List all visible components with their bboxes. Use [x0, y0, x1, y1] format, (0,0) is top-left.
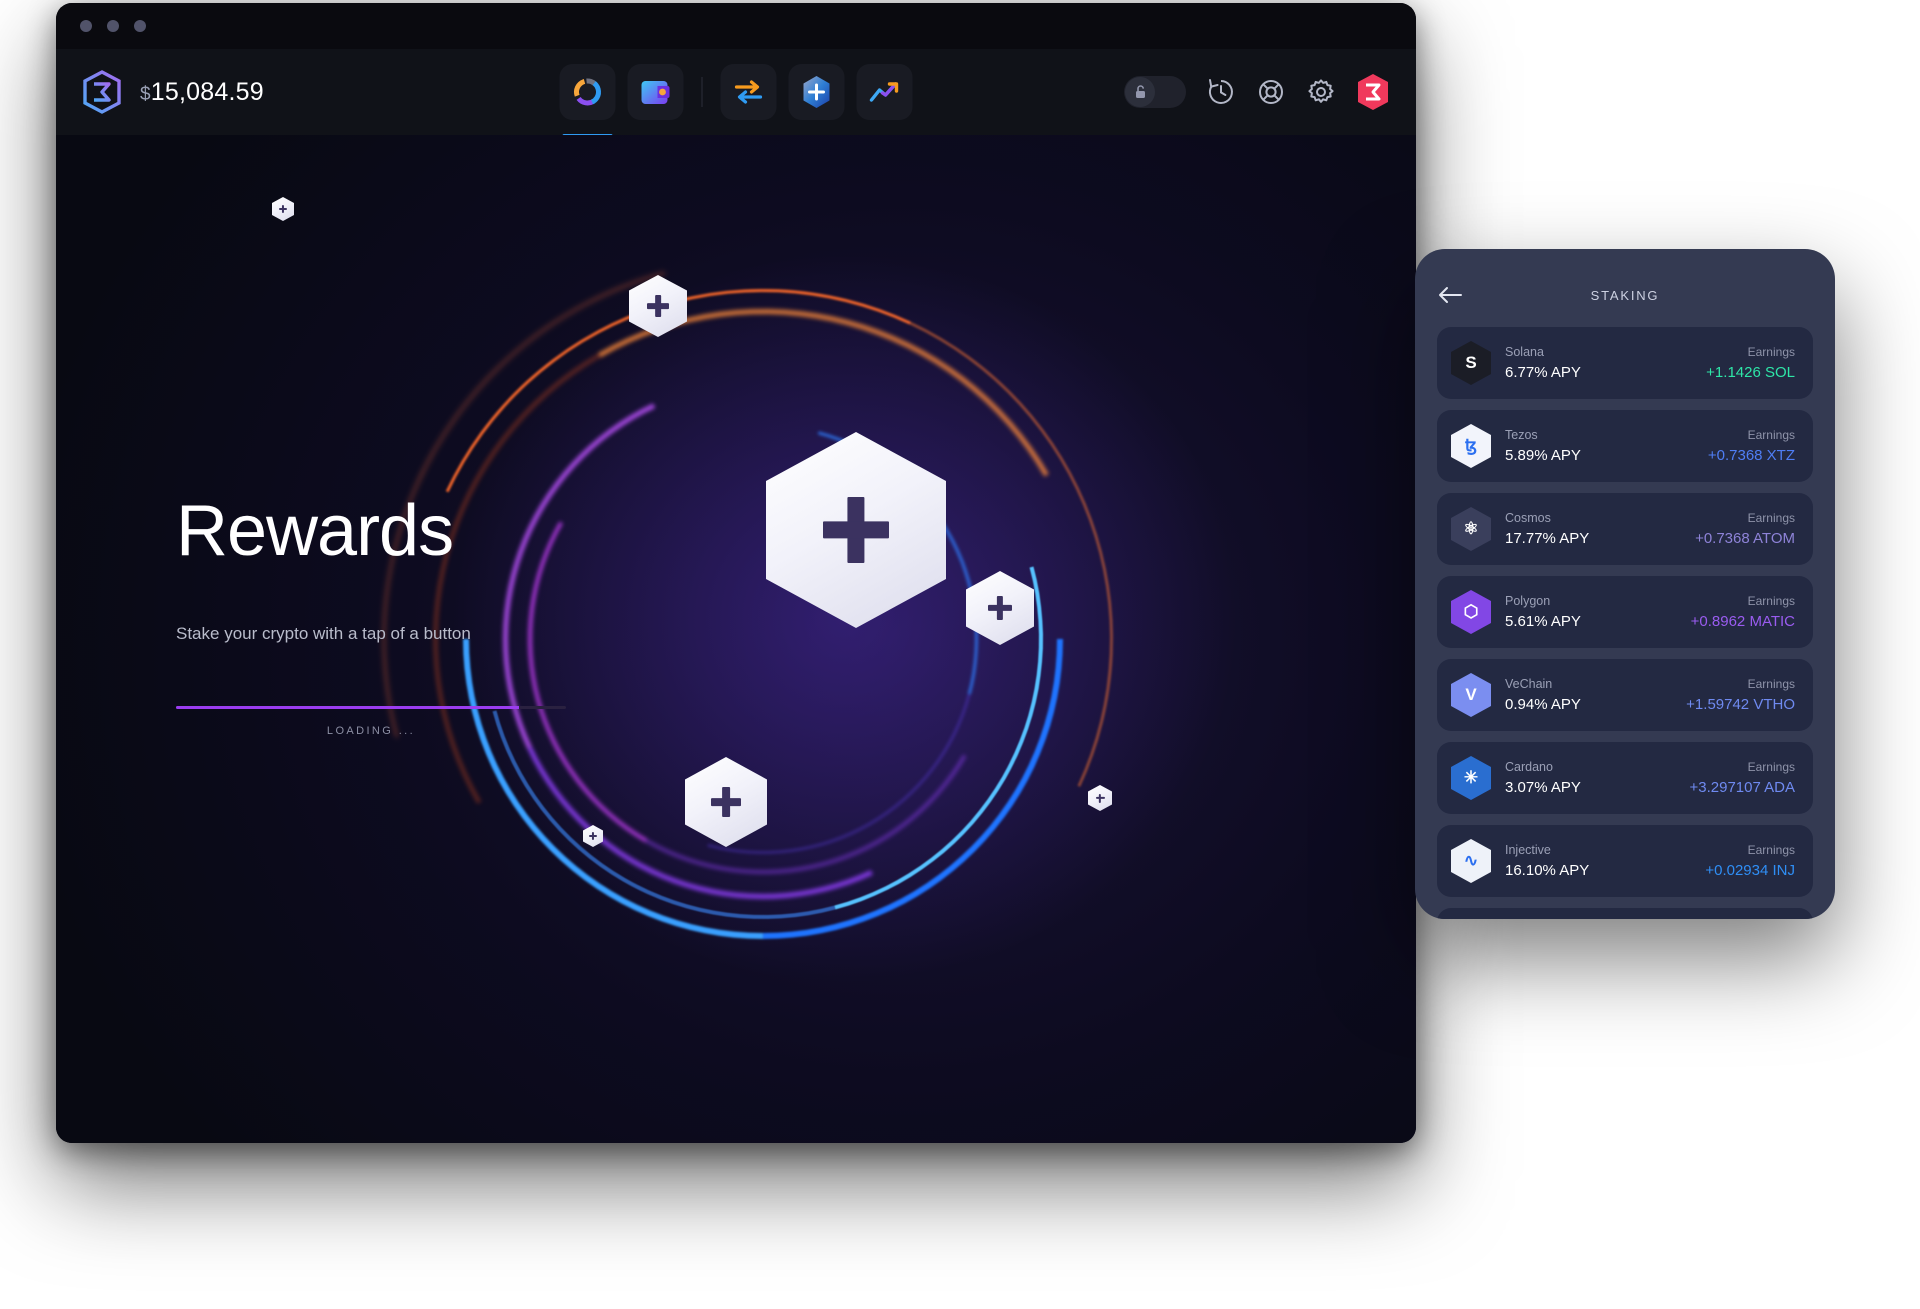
coin-name: VeChain: [1505, 677, 1581, 691]
lifebuoy-icon: [1260, 81, 1282, 103]
lock-knob: [1125, 77, 1155, 107]
coin-name: Solana: [1505, 345, 1581, 359]
plus-icon: [988, 596, 1012, 620]
coin-icon: ✳: [1451, 756, 1491, 800]
loading-progress-fill: [176, 706, 519, 709]
floating-hexagon-small: [272, 197, 294, 221]
screenshot-root: $15,084.59: [0, 0, 1920, 1309]
coin-name: Tezos: [1505, 428, 1581, 442]
settings-button[interactable]: [1306, 77, 1336, 107]
coin-icon: ⬡: [1451, 590, 1491, 634]
trending-up-icon: [869, 79, 901, 105]
earnings-value: +1.1426 SOL: [1706, 364, 1795, 381]
earnings-label: Earnings: [1708, 428, 1795, 442]
coin-name: Polygon: [1505, 594, 1581, 608]
app-toolbar: $15,084.59: [56, 49, 1416, 135]
coin-name: Injective: [1505, 843, 1589, 857]
balance-amount: 15,084.59: [151, 78, 264, 106]
phone-panel: STAKING S Solana 6.77% APY Earnings +1.1426 …: [1415, 249, 1835, 919]
earnings-value: +0.8962 MATIC: [1691, 613, 1795, 630]
clock-history-icon: [1210, 80, 1232, 103]
toolbar-nav: [560, 49, 913, 135]
history-button[interactable]: [1206, 77, 1236, 107]
coin-name: Cardano: [1505, 760, 1581, 774]
nav-wallet-button[interactable]: [628, 64, 684, 120]
toolbar-divider: [702, 77, 703, 107]
nav-exchange-button[interactable]: [721, 64, 777, 120]
phone-title: STAKING: [1437, 288, 1813, 303]
plus-icon: [647, 295, 669, 317]
coin-icon: ꜩ: [1451, 424, 1491, 468]
exodus-avatar-icon: [1358, 74, 1388, 110]
coin-apy: 17.77% APY: [1505, 530, 1589, 547]
unlock-icon: [1133, 84, 1148, 100]
desktop-window: $15,084.59: [56, 3, 1416, 1143]
earnings-label: Earnings: [1686, 677, 1795, 691]
wallet-icon: [640, 77, 672, 107]
coin-icon: ∿: [1451, 839, 1491, 883]
plus-icon: [823, 497, 889, 563]
plus-icon: [589, 832, 597, 840]
coin-icon: S: [1451, 341, 1491, 385]
balance-display: $15,084.59: [140, 78, 264, 107]
plus-icon: [279, 205, 287, 213]
hero-subtitle: Stake your crypto with a tap of a button: [176, 624, 646, 644]
staking-row[interactable]: ꜩ Tezos 5.89% APY Earnings +0.7368 XTZ: [1437, 410, 1813, 482]
lock-toggle[interactable]: [1124, 76, 1186, 108]
window-controls: [80, 20, 146, 32]
brand-area: $15,084.59: [82, 70, 264, 114]
staking-list: S Solana 6.77% APY Earnings +1.1426 SOL ꜩ Tezo…: [1437, 327, 1813, 919]
coin-apy: 3.07% APY: [1505, 779, 1581, 796]
earnings-value: +0.02934 INJ: [1705, 862, 1795, 879]
staking-row[interactable]: V VeChain 0.94% APY Earnings +1.59742 VTHO: [1437, 659, 1813, 731]
coin-name: Cosmos: [1505, 511, 1589, 525]
support-button[interactable]: [1256, 77, 1286, 107]
window-titlebar: [56, 3, 1416, 49]
plus-icon: [1096, 794, 1105, 803]
gear-icon: [1309, 80, 1332, 101]
earnings-value: +0.7368 XTZ: [1708, 447, 1795, 464]
loading-label: LOADING ...: [176, 725, 566, 737]
nav-rewards-button[interactable]: [789, 64, 845, 120]
exodus-logo-icon: [82, 70, 122, 114]
coin-apy: 0.94% APY: [1505, 696, 1581, 713]
earnings-label: Earnings: [1706, 345, 1795, 359]
hero-copy: Rewards Stake your crypto with a tap of …: [176, 490, 646, 737]
hero-section: Rewards Stake your crypto with a tap of …: [56, 135, 1416, 1143]
earnings-label: Earnings: [1695, 511, 1795, 525]
earnings-label: Earnings: [1691, 594, 1795, 608]
coin-apy: 5.89% APY: [1505, 447, 1581, 464]
close-button[interactable]: [80, 20, 92, 32]
earnings-value: +3.297107 ADA: [1689, 779, 1795, 796]
staking-row[interactable]: S Solana 6.77% APY Earnings +1.1426 SOL: [1437, 327, 1813, 399]
staking-row[interactable]: ⚛ Cosmos 17.77% APY Earnings +0.7368 ATOM: [1437, 493, 1813, 565]
nav-portfolio-button[interactable]: [560, 64, 616, 120]
toolbar-utilities: [1124, 49, 1390, 135]
coin-apy: 16.10% APY: [1505, 862, 1589, 879]
loading-progress-bar: [176, 706, 566, 709]
phone-header: STAKING: [1437, 273, 1813, 317]
coin-icon: V: [1451, 673, 1491, 717]
donut-chart-icon: [571, 75, 605, 109]
swap-arrows-icon: [733, 78, 765, 106]
profile-button[interactable]: [1356, 73, 1390, 111]
page-title: Rewards: [176, 490, 646, 572]
earnings-label: Earnings: [1705, 843, 1795, 857]
earnings-label: Earnings: [1689, 760, 1795, 774]
minimize-button[interactable]: [107, 20, 119, 32]
nav-market-button[interactable]: [857, 64, 913, 120]
hexagon-plus-icon: [800, 74, 834, 110]
plus-icon: [711, 787, 741, 817]
coin-icon: ⚛: [1451, 507, 1491, 551]
coin-apy: 6.77% APY: [1505, 364, 1581, 381]
staking-row[interactable]: ∿ Injective 16.10% APY Earnings +0.02934 INJ: [1437, 825, 1813, 897]
currency-symbol: $: [140, 84, 151, 105]
maximize-button[interactable]: [134, 20, 146, 32]
staking-row[interactable]: ✳ Cardano 3.07% APY Earnings +3.297107 ADA: [1437, 742, 1813, 814]
coin-apy: 5.61% APY: [1505, 613, 1581, 630]
staking-row[interactable]: KKava8.05% APYEarnings+0.9513 KAVA: [1437, 908, 1813, 919]
earnings-value: +1.59742 VTHO: [1686, 696, 1795, 713]
staking-row[interactable]: ⬡ Polygon 5.61% APY Earnings +0.8962 MATIC: [1437, 576, 1813, 648]
earnings-value: +0.7368 ATOM: [1695, 530, 1795, 547]
